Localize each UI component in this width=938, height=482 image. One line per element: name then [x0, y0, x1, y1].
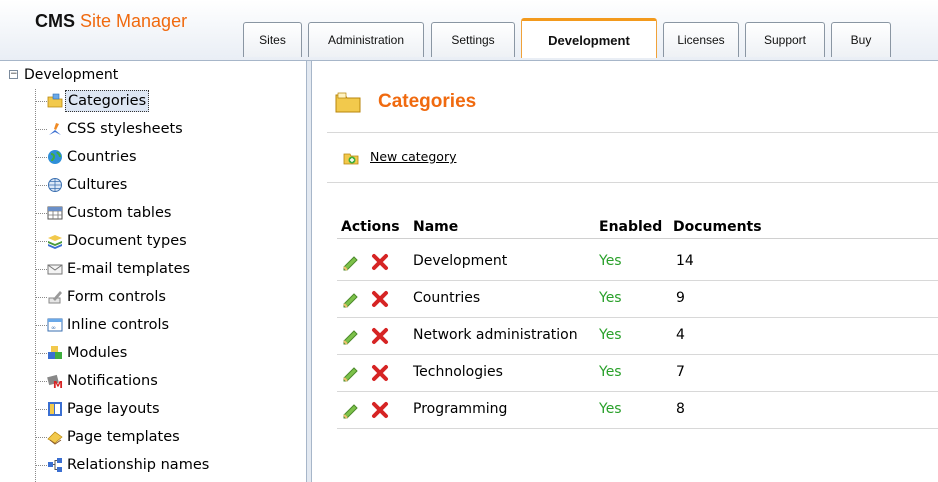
divider — [327, 182, 938, 183]
divider — [327, 132, 938, 133]
tab-buy[interactable]: Buy — [831, 22, 891, 57]
header-bar: CMS Site Manager Sites Administration Se… — [0, 0, 938, 61]
tree-item-label: Inline controls — [67, 317, 170, 333]
edit-icon[interactable] — [342, 290, 360, 308]
svg-text:∞: ∞ — [51, 325, 56, 332]
delete-icon[interactable] — [371, 253, 389, 271]
cell-enabled: Yes — [599, 290, 622, 306]
tab-support[interactable]: Support — [745, 22, 825, 57]
delete-icon[interactable] — [371, 401, 389, 419]
cell-documents: 4 — [676, 327, 685, 343]
delete-icon[interactable] — [371, 290, 389, 308]
tree-item-label: Document types — [67, 233, 187, 249]
table-row: Programming Yes 8 — [337, 391, 938, 429]
world-culture-icon — [48, 178, 62, 192]
tree-item-label: Categories — [65, 90, 150, 112]
blocks-icon — [48, 346, 62, 359]
cell-documents: 7 — [676, 364, 685, 380]
globe-icon — [48, 150, 62, 164]
logo-cms: CMS — [35, 11, 75, 31]
table-row: Network administration Yes 4 — [337, 317, 938, 355]
tree-item-label: Page templates — [67, 429, 180, 445]
delete-icon[interactable] — [371, 364, 389, 382]
table-header: Actions Name Enabled Documents — [337, 216, 938, 239]
cell-enabled: Yes — [599, 253, 622, 269]
cell-name: Network administration — [413, 327, 578, 343]
tab-licenses[interactable]: Licenses — [663, 22, 739, 57]
table-row: Countries Yes 9 — [337, 280, 938, 318]
tab-development[interactable]: Development — [521, 18, 657, 58]
tree-item-label: Cultures — [67, 177, 128, 193]
svg-text:M: M — [53, 380, 63, 389]
cell-enabled: Yes — [599, 364, 622, 380]
edit-icon[interactable] — [342, 364, 360, 382]
table-row: Technologies Yes 7 — [337, 354, 938, 392]
col-documents[interactable]: Documents — [673, 216, 762, 238]
envelope-icon — [47, 264, 63, 275]
inline-window-icon: ∞ — [47, 318, 63, 332]
app-logo: CMS Site Manager — [35, 11, 187, 32]
folder-categories-icon — [47, 93, 63, 108]
edit-icon[interactable] — [342, 401, 360, 419]
folder-categories-icon — [335, 92, 361, 113]
cell-name: Technologies — [413, 364, 503, 380]
notification-icon: M — [47, 374, 63, 389]
cell-enabled: Yes — [599, 327, 622, 343]
tree-root-label: Development — [24, 67, 119, 83]
cell-documents: 8 — [676, 401, 685, 417]
edit-icon[interactable] — [342, 327, 360, 345]
delete-icon[interactable] — [371, 327, 389, 345]
collapse-icon[interactable]: − — [9, 70, 18, 79]
table-row: Development Yes 14 — [337, 243, 938, 281]
cell-name: Programming — [413, 401, 508, 417]
tree-item-label: Countries — [67, 149, 137, 165]
relationship-icon — [48, 458, 62, 472]
cell-enabled: Yes — [599, 401, 622, 417]
col-name[interactable]: Name — [413, 216, 458, 238]
form-pencil-icon — [48, 291, 62, 304]
tree-item-label: Custom tables — [67, 205, 172, 221]
table-icon — [47, 206, 63, 220]
tree-item-label: Modules — [67, 345, 128, 361]
css-brush-icon — [49, 123, 61, 135]
main-content: Categories New category Actions Name Ena… — [313, 61, 938, 482]
col-enabled[interactable]: Enabled — [599, 216, 662, 238]
navigation-tree: − Development Categories CSS stylesheets… — [0, 61, 306, 482]
tree-item-label: Form controls — [67, 289, 166, 305]
tab-settings[interactable]: Settings — [431, 22, 515, 57]
page-title: Categories — [378, 91, 477, 112]
tree-item-label: CSS stylesheets — [67, 121, 183, 137]
cell-name: Development — [413, 253, 508, 269]
edit-icon[interactable] — [342, 253, 360, 271]
logo-site-manager: Site Manager — [80, 11, 188, 31]
cell-documents: 9 — [676, 290, 685, 306]
tree-item-label: Notifications — [67, 373, 158, 389]
cell-name: Countries — [413, 290, 481, 306]
tree-connector — [35, 89, 36, 482]
tree-item-label: Relationship names — [67, 457, 210, 473]
cell-documents: 14 — [676, 253, 694, 269]
new-category-link[interactable]: New category — [370, 149, 456, 164]
pane-splitter[interactable] — [306, 61, 312, 482]
layout-icon — [48, 402, 62, 416]
col-actions: Actions — [341, 219, 400, 235]
document-stack-icon — [48, 235, 62, 249]
page-template-icon — [47, 431, 63, 445]
tab-administration[interactable]: Administration — [308, 22, 424, 57]
tree-item-label: E-mail templates — [67, 261, 191, 277]
new-category-icon[interactable] — [343, 149, 359, 165]
tree-item-label: Page layouts — [67, 401, 160, 417]
tab-sites[interactable]: Sites — [243, 22, 302, 57]
